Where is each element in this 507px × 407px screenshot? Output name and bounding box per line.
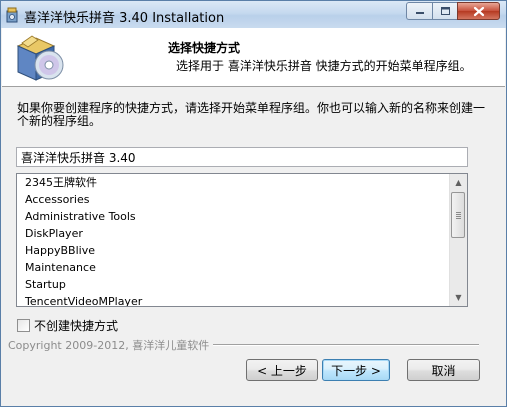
minimize-button[interactable] xyxy=(406,2,432,20)
installer-app-icon xyxy=(6,7,18,23)
page-title: 选择快捷方式 xyxy=(168,41,241,55)
no-shortcut-option[interactable]: 不创建快捷方式 xyxy=(17,317,118,334)
list-item[interactable]: HappyBBlive xyxy=(17,242,451,259)
copyright-text: Copyright 2009-2012, 喜洋洋儿童软件 xyxy=(8,337,214,353)
installer-window: 喜洋洋快乐拼音 3.40 Installation 选择快捷方式 选择用于 喜洋… xyxy=(0,0,507,407)
grip-line xyxy=(456,212,461,213)
maximize-icon xyxy=(440,7,450,15)
folder-list-items: 2345王牌软件 Accessories Administrative Tool… xyxy=(17,174,451,306)
window-title: 喜洋洋快乐拼音 3.40 Installation xyxy=(24,11,225,26)
grip-line xyxy=(456,218,461,219)
next-button[interactable]: 下一步 > xyxy=(322,359,390,381)
list-item[interactable]: TencentVideoMPlayer xyxy=(17,293,451,306)
close-icon xyxy=(473,6,484,16)
page-subtitle: 选择用于 喜洋洋快乐拼音 快捷方式的开始菜单程序组。 xyxy=(176,59,472,73)
list-item[interactable]: Accessories xyxy=(17,191,451,208)
cancel-button[interactable]: 取消 xyxy=(407,359,480,381)
scroll-up-button[interactable]: ▲ xyxy=(450,174,467,191)
window-controls xyxy=(406,2,500,21)
close-button[interactable] xyxy=(457,2,500,20)
no-shortcut-label: 不创建快捷方式 xyxy=(34,319,119,333)
grip-line xyxy=(456,214,461,215)
title-bar[interactable]: 喜洋洋快乐拼音 3.40 Installation xyxy=(1,1,506,28)
scroll-down-button[interactable]: ▼ xyxy=(450,289,467,306)
minimize-icon xyxy=(415,12,424,14)
up-arrow-icon: ▲ xyxy=(455,178,462,187)
instructions-text: 如果你要创建程序的快捷方式，请选择开始菜单程序组。你也可以输入新的名称来创建一个… xyxy=(17,101,486,128)
scroll-thumb[interactable] xyxy=(451,192,465,238)
no-shortcut-checkbox[interactable] xyxy=(17,319,30,332)
list-item[interactable]: 2345王牌软件 xyxy=(17,174,451,191)
folder-name-input[interactable] xyxy=(16,147,468,167)
page-header: 选择快捷方式 选择用于 喜洋洋快乐拼音 快捷方式的开始菜单程序组。 xyxy=(2,28,505,87)
back-button[interactable]: < 上一步 xyxy=(246,359,318,381)
maximize-button[interactable] xyxy=(432,2,457,20)
down-arrow-icon: ▼ xyxy=(455,293,462,302)
list-item[interactable]: DiskPlayer xyxy=(17,225,451,242)
list-scrollbar[interactable]: ▲ ▼ xyxy=(449,174,467,306)
list-item[interactable]: Maintenance xyxy=(17,259,451,276)
start-menu-folder-list[interactable]: 2345王牌软件 Accessories Administrative Tool… xyxy=(16,173,468,307)
grip-line xyxy=(456,216,461,217)
list-item[interactable]: Startup xyxy=(17,276,451,293)
install-box-cd-icon xyxy=(16,35,64,81)
list-item[interactable]: Administrative Tools xyxy=(17,208,451,225)
